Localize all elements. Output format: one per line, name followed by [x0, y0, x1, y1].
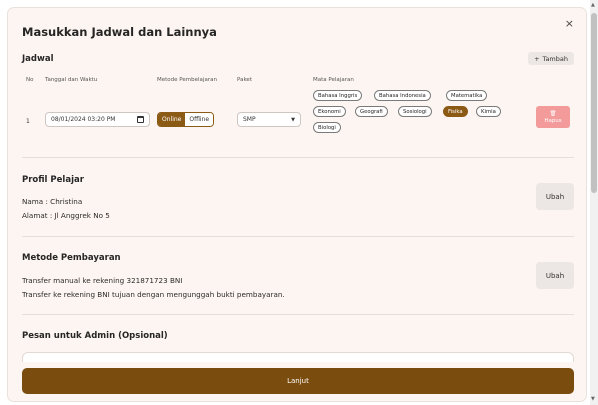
schedule-modal: Masukkan Jadwal dan Lainnya × Jadwal + T…: [8, 8, 586, 401]
section-divider: [22, 236, 574, 237]
subject-chip[interactable]: Ekonomi: [313, 106, 346, 117]
edit-profile-button[interactable]: Ubah: [536, 183, 574, 210]
subject-chip[interactable]: Sosiologi: [398, 106, 432, 117]
payment-description: Transfer ke rekening BNI tujuan dengan m…: [22, 290, 285, 299]
close-icon[interactable]: ×: [565, 18, 574, 30]
payment-section-title: Metode Pembayaran: [22, 253, 121, 263]
trash-icon: 🗑: [549, 110, 557, 117]
datetime-value: 08/01/2024 03:20 PM: [51, 116, 116, 123]
chevron-down-icon: ▼: [291, 117, 295, 123]
column-header-method: Metode Pembelajaran: [157, 77, 217, 83]
learning-method-toggle: Online Offline: [157, 112, 215, 127]
calendar-icon[interactable]: [137, 116, 144, 123]
jadwal-section-title: Jadwal: [22, 54, 54, 64]
profil-section-title: Profil Pelajar: [22, 175, 84, 185]
student-address: Alamat : Jl Anggrek No 5: [22, 211, 110, 220]
method-online-option[interactable]: Online: [158, 113, 186, 126]
continue-button[interactable]: Lanjut: [22, 368, 574, 394]
add-schedule-button[interactable]: + Tambah: [528, 52, 574, 65]
payment-method-line: Transfer manual ke rekening 321871723 BN…: [22, 276, 183, 285]
row-number: 1: [26, 118, 30, 125]
package-value: SMP: [243, 116, 256, 123]
add-schedule-label: Tambah: [542, 54, 568, 63]
subject-chip[interactable]: Biologi: [313, 122, 341, 133]
scroll-down-icon[interactable]: ▼: [591, 396, 595, 402]
scroll-up-icon[interactable]: ▲: [591, 2, 595, 8]
delete-row-label: Hapus: [544, 117, 562, 124]
subject-chip-selected[interactable]: Fisika: [443, 106, 468, 117]
column-header-no: No: [26, 77, 34, 83]
subject-chip[interactable]: Matematika: [446, 90, 488, 101]
admin-message-title: Pesan untuk Admin (Opsional): [22, 331, 168, 341]
delete-row-button[interactable]: 🗑 Hapus: [536, 106, 570, 128]
method-offline-option[interactable]: Offline: [185, 113, 214, 126]
subject-chip[interactable]: Bahasa Inggris: [313, 90, 363, 101]
subject-chip[interactable]: Kimia: [476, 106, 501, 117]
admin-message-input[interactable]: [22, 352, 574, 362]
section-divider: [22, 314, 574, 315]
datetime-input[interactable]: 08/01/2024 03:20 PM: [45, 112, 150, 127]
scrollbar[interactable]: ▲ ▼: [590, 0, 598, 405]
scrollbar-thumb[interactable]: [591, 13, 597, 193]
column-header-package: Paket: [237, 77, 252, 83]
modal-title: Masukkan Jadwal dan Lainnya: [22, 25, 217, 39]
plus-icon: +: [534, 54, 540, 63]
column-header-datetime: Tanggal dan Waktu: [45, 77, 98, 83]
student-name: Nama : Christina: [22, 197, 83, 206]
column-header-subjects: Mata Pelajaran: [313, 77, 354, 83]
section-divider: [22, 157, 574, 158]
package-select[interactable]: SMP ▼: [237, 112, 301, 127]
subject-chip[interactable]: Geografi: [355, 106, 388, 117]
subject-chip[interactable]: Bahasa Indonesia: [374, 90, 431, 101]
edit-payment-button[interactable]: Ubah: [536, 262, 574, 289]
